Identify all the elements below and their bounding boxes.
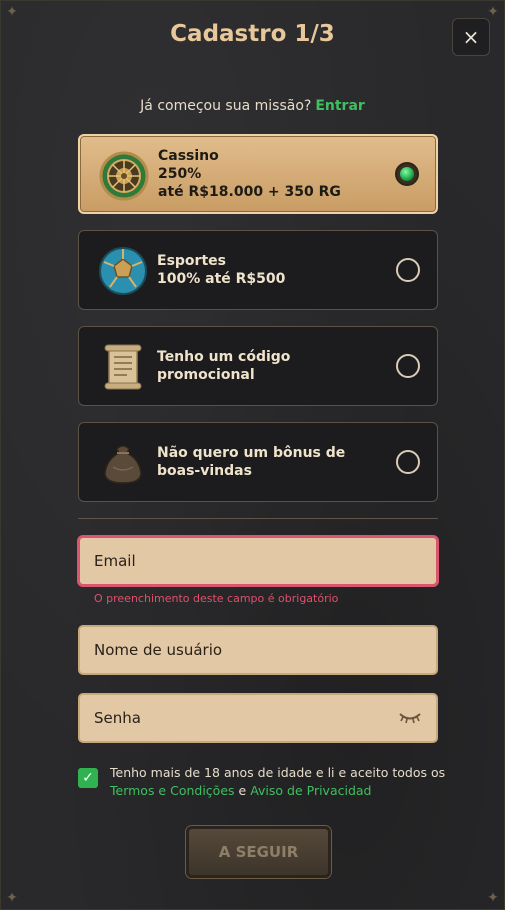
bonus-option-no-bonus[interactable]: Não quero um bônus de boas-vindas — [78, 422, 438, 502]
bonus-option-promo-code[interactable]: Tenho um código promocional — [78, 326, 438, 406]
corner-ornament-icon: ✦ — [6, 4, 18, 20]
login-link[interactable]: Entrar — [315, 98, 364, 114]
bonus-option-label: Cassino 250% até R$18.000 + 350 RG — [158, 147, 384, 201]
email-placeholder: Email — [94, 552, 136, 570]
close-icon[interactable]: × — [463, 25, 480, 49]
option-percent: 250% — [158, 166, 202, 182]
option-title: Esportes — [157, 253, 226, 269]
option-title: Não quero um bônus de boas-vindas — [157, 445, 346, 479]
corner-ornament-icon: ✦ — [6, 890, 18, 906]
option-amount: 100% até R$500 — [157, 271, 286, 287]
eye-closed-icon[interactable] — [398, 709, 422, 725]
sack-icon — [104, 445, 142, 484]
terms-checkbox[interactable]: ✓ — [78, 768, 98, 788]
page-title: Cadastro 1/3 — [170, 21, 335, 47]
bonus-option-label: Não quero um bônus de boas-vindas — [157, 444, 385, 480]
divider — [78, 518, 438, 519]
username-field[interactable]: Nome de usuário — [78, 625, 438, 675]
radio-selected[interactable] — [395, 162, 419, 186]
login-prompt-text: Já começou sua missão? — [140, 98, 312, 114]
terms-label: Tenho mais de 18 anos de idade e li e ac… — [110, 765, 446, 780]
username-placeholder: Nome de usuário — [94, 641, 223, 659]
password-field[interactable]: Senha — [78, 693, 438, 743]
option-title: Cassino — [158, 148, 219, 164]
radio-unselected[interactable] — [396, 258, 420, 282]
terms-conjunction: e — [238, 783, 247, 798]
radio-unselected[interactable] — [396, 354, 420, 378]
close-button[interactable]: × — [452, 18, 490, 56]
corner-ornament-icon: ✦ — [487, 890, 499, 906]
check-icon: ✓ — [82, 770, 94, 786]
privacy-link[interactable]: Aviso de Privacidad — [250, 783, 371, 798]
option-amount: até R$18.000 + 350 RG — [158, 184, 341, 200]
roulette-icon — [99, 151, 149, 201]
radio-unselected[interactable] — [396, 450, 420, 474]
bonus-option-sports[interactable]: Esportes 100% até R$500 — [78, 230, 438, 310]
registration-modal: ✦ ✦ ✦ ✦ Cadastro 1/3 × Já começou sua mi… — [0, 0, 505, 910]
terms-link[interactable]: Termos e Condições — [110, 783, 235, 798]
email-error-message: O preenchimento deste campo é obrigatóri… — [94, 592, 339, 605]
bonus-option-casino[interactable]: Cassino 250% até R$18.000 + 350 RG — [78, 134, 438, 214]
next-button[interactable]: A SEGUIR — [186, 826, 331, 878]
email-field[interactable]: Email — [78, 536, 438, 586]
soccer-ball-icon — [99, 247, 147, 295]
option-title: Tenho um código promocional — [157, 349, 291, 383]
password-placeholder: Senha — [94, 709, 141, 727]
scroll-icon — [104, 344, 142, 390]
bonus-option-label: Tenho um código promocional — [157, 348, 385, 384]
login-prompt: Já começou sua missão? Entrar — [1, 98, 504, 114]
bonus-option-label: Esportes 100% até R$500 — [157, 252, 385, 288]
terms-text: Tenho mais de 18 anos de idade e li e ac… — [110, 764, 450, 800]
